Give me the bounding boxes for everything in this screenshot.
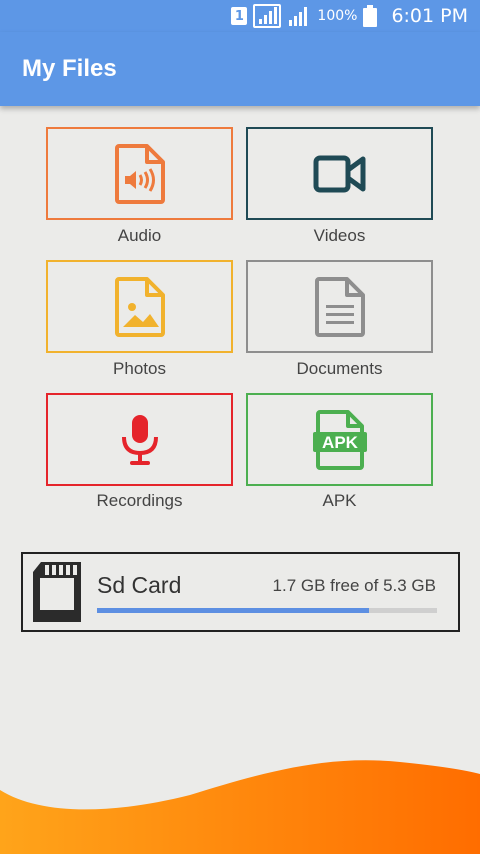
- videos-tile[interactable]: [246, 127, 433, 220]
- sim-slot-icon: 1: [231, 7, 248, 25]
- apk-label: APK: [322, 491, 357, 510]
- battery-icon: [363, 5, 378, 27]
- documents-label: Documents: [296, 359, 383, 378]
- decorative-wave: [0, 760, 480, 854]
- audio-tile[interactable]: [46, 127, 233, 220]
- apk-tile[interactable]: APK: [246, 393, 433, 486]
- storage-usage-bar: [97, 608, 437, 613]
- app-title: My Files: [22, 55, 117, 82]
- photos-label: Photos: [113, 359, 166, 378]
- status-bar: 1 100% 6:01 PM: [0, 0, 480, 32]
- battery-percent: 100%: [317, 8, 358, 24]
- image-file-icon: [114, 276, 165, 337]
- documents-tile[interactable]: [246, 260, 433, 353]
- signal-box-icon: [253, 4, 282, 28]
- audio-file-icon: [114, 143, 165, 204]
- document-icon: [314, 276, 365, 337]
- storage-usage-fill: [97, 608, 369, 613]
- recordings-tile[interactable]: [46, 393, 233, 486]
- cell-signal-icon: [289, 7, 308, 26]
- video-camera-icon: [313, 155, 365, 192]
- microphone-icon: [121, 414, 158, 465]
- app-bar: My Files: [0, 32, 480, 106]
- apk-badge-text: APK: [322, 433, 359, 452]
- sd-card-icon: [33, 562, 81, 622]
- storage-name: Sd Card: [97, 572, 182, 598]
- clock: 6:01 PM: [391, 5, 468, 27]
- storage-free-text: 1.7 GB free of 5.3 GB: [272, 576, 436, 595]
- sd-card-storage-item[interactable]: Sd Card 1.7 GB free of 5.3 GB: [21, 552, 460, 632]
- audio-label: Audio: [117, 226, 162, 245]
- videos-label: Videos: [313, 226, 366, 245]
- apk-file-icon: APK: [312, 409, 367, 470]
- photos-tile[interactable]: [46, 260, 233, 353]
- recordings-label: Recordings: [96, 491, 183, 510]
